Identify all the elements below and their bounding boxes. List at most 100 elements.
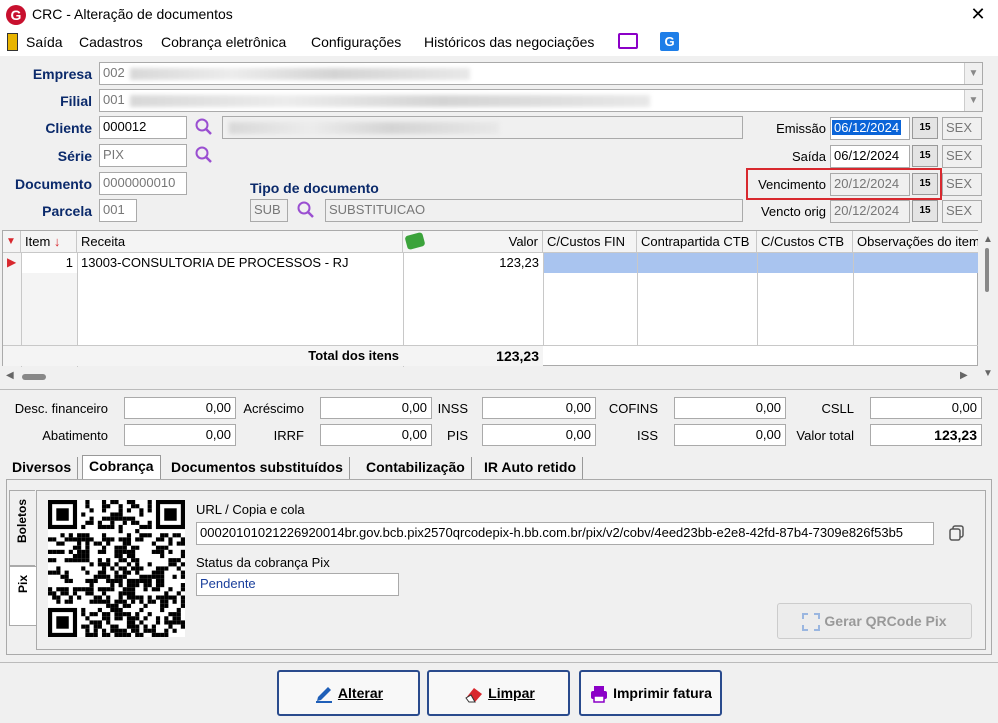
abatimento-input[interactable]: 0,00	[124, 424, 236, 446]
csll-input[interactable]: 0,00	[870, 397, 982, 419]
cliente-search-icon[interactable]	[194, 117, 214, 137]
eraser-icon	[465, 688, 483, 703]
filial-field[interactable]: 001 ▼	[99, 89, 983, 112]
money-icon	[404, 231, 426, 251]
cliente-label: Cliente	[45, 120, 92, 136]
scroll-right-icon: ▶	[960, 370, 968, 381]
copy-icon[interactable]	[948, 524, 966, 542]
limpar-button[interactable]: Limpar	[427, 670, 570, 716]
cliente-code-input[interactable]: 000012	[99, 116, 187, 139]
tab-ir-auto-retido[interactable]: IR Auto retido	[478, 457, 584, 479]
cofins-label: COFINS	[608, 401, 658, 416]
tipo-documento-name: SUBSTITUICAO	[325, 199, 743, 222]
serie-search-icon[interactable]	[194, 145, 214, 165]
empresa-dropdown-arrow-icon[interactable]: ▼	[964, 63, 982, 84]
menu-bar: Saída Cadastros Cobrança eletrônica Conf…	[0, 30, 998, 56]
saida-input[interactable]: 06/12/2024	[830, 145, 910, 168]
grid-header-observacoes[interactable]: Observações do item	[853, 231, 979, 253]
vencimento-day: SEX	[942, 173, 982, 196]
acrescimo-input[interactable]: 0,00	[320, 397, 432, 419]
status-input: Pendente	[196, 573, 399, 596]
filial-label: Filial	[60, 93, 92, 109]
vencto-orig-calendar-icon[interactable]: 15	[912, 200, 938, 222]
valor-total-label: Valor total	[796, 428, 854, 443]
menu-configuracoes[interactable]: Configurações	[311, 34, 401, 50]
window-title: CRC - Alteração de documentos	[32, 6, 233, 22]
filial-code: 001	[103, 92, 125, 107]
qr-code-image	[48, 500, 185, 637]
tab-contabilizacao[interactable]: Contabilização	[360, 457, 472, 479]
cofins-input[interactable]: 0,00	[674, 397, 786, 419]
emissao-label: Emissão	[776, 121, 826, 136]
iss-label: ISS	[637, 428, 658, 443]
total-itens-label: Total dos itens	[308, 348, 399, 363]
parcela-input[interactable]: 001	[99, 199, 137, 222]
monitor-icon[interactable]	[618, 33, 638, 49]
grid-header-receita[interactable]: Receita	[77, 231, 403, 253]
vencto-orig-input[interactable]: 20/12/2024	[830, 200, 910, 223]
menu-cadastros[interactable]: Cadastros	[79, 34, 143, 50]
menu-saida[interactable]: Saída	[26, 34, 63, 50]
row-item: 1	[65, 255, 73, 270]
vtab-pix[interactable]: Pix	[9, 566, 37, 626]
tab-diversos[interactable]: Diversos	[6, 457, 79, 479]
grid-header-item[interactable]: Item ↓	[21, 231, 77, 253]
filial-dropdown-arrow-icon[interactable]: ▼	[964, 90, 982, 111]
scroll-up-icon: ▲	[983, 234, 993, 245]
printer-icon	[591, 686, 608, 704]
pencil-icon	[315, 687, 332, 704]
irrf-input[interactable]: 0,00	[320, 424, 432, 446]
url-input[interactable]: 00020101021226920014br.gov.bcb.pix2570qr…	[196, 522, 934, 545]
tab-documentos-substituidos[interactable]: Documentos substituídos	[165, 457, 350, 479]
emissao-day: SEX	[942, 117, 982, 140]
saida-calendar-icon[interactable]: 15	[912, 145, 938, 167]
grid-header-ccustos-ctb[interactable]: C/Custos CTB	[757, 231, 853, 253]
emissao-input[interactable]: 06/12/2024	[830, 117, 910, 140]
close-icon[interactable]: ✕	[966, 2, 990, 26]
grid-vertical-scrollbar[interactable]: ▲ ▼	[978, 230, 996, 386]
imprimir-fatura-button[interactable]: Imprimir fatura	[579, 670, 722, 716]
items-grid[interactable]: ▼ Item ↓ Receita Valor C/Custos FIN Cont…	[2, 230, 979, 367]
qrcode-icon	[802, 613, 821, 632]
iss-input[interactable]: 0,00	[674, 424, 786, 446]
grid-header-contrapartida[interactable]: Contrapartida CTB	[637, 231, 757, 253]
g-logo-icon[interactable]: G	[660, 32, 679, 51]
tab-cobranca[interactable]: Cobrança	[82, 455, 161, 480]
irrf-label: IRRF	[273, 428, 304, 443]
scroll-vthumb	[985, 248, 989, 292]
menu-cobranca-eletronica[interactable]: Cobrança eletrônica	[161, 34, 286, 50]
emissao-value: 06/12/2024	[832, 120, 902, 135]
row-pointer-icon: ▶	[3, 253, 21, 273]
tipo-documento-search-icon[interactable]	[296, 200, 316, 220]
empresa-field[interactable]: 002 ▼	[99, 62, 983, 85]
empresa-code: 002	[103, 65, 125, 80]
desc-financeiro-input[interactable]: 0,00	[124, 397, 236, 419]
grid-horizontal-scrollbar[interactable]: ◀ ▶	[2, 368, 978, 386]
grid-header-valor[interactable]: Valor	[403, 231, 543, 253]
table-row[interactable]: 1 13003-CONSULTORIA DE PROCESSOS - RJ 12…	[21, 253, 543, 273]
url-label: URL / Copia e cola	[196, 502, 305, 517]
inss-input[interactable]: 0,00	[482, 397, 596, 419]
emissao-calendar-icon[interactable]: 15	[912, 117, 938, 139]
cliente-name-field	[222, 116, 743, 139]
pis-input[interactable]: 0,00	[482, 424, 596, 446]
app-logo-icon: G	[6, 5, 26, 25]
saida-day: SEX	[942, 145, 982, 168]
documento-input[interactable]: 0000000010	[99, 172, 187, 195]
exit-icon[interactable]	[7, 33, 18, 51]
row-selection-highlight[interactable]	[543, 253, 979, 273]
vtab-boletos[interactable]: Boletos	[9, 490, 35, 566]
gerar-qrcode-button[interactable]: Gerar QRCode Pix	[777, 603, 972, 639]
scroll-thumb	[22, 374, 46, 380]
menu-historicos[interactable]: Históricos das negociações	[424, 34, 594, 50]
serie-input[interactable]: PIX	[99, 144, 187, 167]
total-itens-value: 123,23	[496, 348, 539, 364]
grid-header-ccustos-fin[interactable]: C/Custos FIN	[543, 231, 637, 253]
abatimento-label: Abatimento	[42, 428, 108, 443]
alterar-button[interactable]: Alterar	[277, 670, 420, 716]
tipo-documento-code[interactable]: SUB	[250, 199, 288, 222]
desc-financeiro-label: Desc. financeiro	[14, 401, 108, 416]
row-receita: 13003-CONSULTORIA DE PROCESSOS - RJ	[81, 255, 349, 270]
vencto-orig-day: SEX	[942, 200, 982, 223]
inss-label: INSS	[437, 401, 468, 416]
